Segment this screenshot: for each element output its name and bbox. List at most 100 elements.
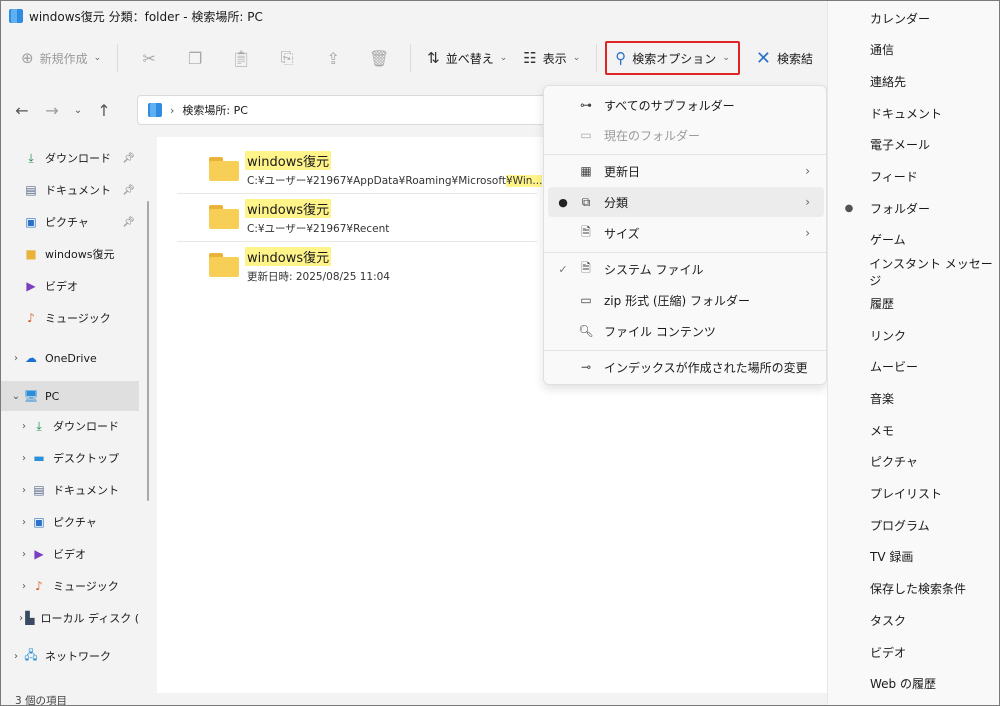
submenu-item[interactable]: メモ (828, 415, 999, 445)
submenu-item[interactable]: ゲーム (828, 225, 999, 255)
menu-item-file-contents[interactable]: 🔍︎ ファイル コンテンツ (548, 316, 824, 346)
folder-icon (209, 157, 239, 181)
submenu-item[interactable]: 履歴 (828, 288, 999, 318)
sidebar-item-windows-restore[interactable]: ■ windows復元 (1, 239, 139, 269)
menu-item-kind[interactable]: ● ⧉ 分類 › (548, 187, 824, 217)
sidebar-item-downloads[interactable]: ⤓ ダウンロード 📌︎ (1, 143, 139, 173)
back-arrow-icon[interactable]: ← (7, 101, 37, 120)
menu-item-label: インデックスが作成された場所の変更 (604, 360, 808, 375)
expand-chevron-icon[interactable]: › (17, 485, 31, 496)
menu-item-all-subfolders[interactable]: ⊶ すべてのサブフォルダー (548, 90, 824, 120)
sidebar-item-pictures[interactable]: ▣ ピクチャ 📌︎ (1, 207, 139, 237)
sidebar-item-label: ミュージック (53, 580, 119, 593)
submenu-item[interactable]: ビデオ (828, 637, 999, 667)
submenu-item[interactable]: リンク (828, 320, 999, 350)
expand-chevron-icon[interactable]: › (17, 581, 31, 592)
menu-item-current-folder[interactable]: ▭ 現在のフォルダー (548, 120, 824, 150)
close-search-button[interactable]: ✕ 検索結 (748, 41, 821, 75)
submenu-item[interactable]: ピクチャ (828, 447, 999, 477)
sidebar-item-label: ドキュメント (45, 184, 111, 197)
share-button[interactable]: ⇪ (310, 41, 356, 75)
expand-chevron-icon[interactable]: › (17, 421, 31, 432)
trash-icon: 🗑︎ (368, 48, 390, 68)
submenu-item[interactable]: タスク (828, 605, 999, 635)
submenu-item[interactable]: フィード (828, 162, 999, 192)
sidebar-item-videos[interactable]: ▶ ビデオ (1, 271, 139, 301)
submenu-item[interactable]: ドキュメント (828, 98, 999, 128)
expand-chevron-icon[interactable]: › (17, 517, 31, 528)
list-item[interactable]: windows復元 C:¥ユーザー¥21967¥Recent (177, 195, 537, 241)
menu-item-date-modified[interactable]: ▦ 更新日 › (548, 156, 824, 186)
pin-icon: 📌︎ (122, 216, 135, 228)
forward-arrow-icon[interactable]: → (37, 101, 67, 120)
new-button[interactable]: ⊕ 新規作成 ⌄ (13, 41, 109, 75)
collapse-chevron-icon[interactable]: ⌄ (9, 391, 23, 402)
sidebar-item-label: ピクチャ (53, 516, 97, 529)
submenu-item[interactable]: TV 録画 (828, 542, 999, 572)
delete-button[interactable]: 🗑︎ (356, 41, 402, 75)
submenu-item[interactable]: プログラム (828, 510, 999, 540)
submenu-item[interactable]: カレンダー (828, 3, 999, 33)
chevron-right-icon: › (805, 226, 810, 240)
sidebar-item-pc-documents[interactable]: › ▤ ドキュメント (1, 475, 139, 505)
menu-item-label: 分類 (604, 195, 629, 210)
submenu-item[interactable]: 連絡先 (828, 66, 999, 96)
share-icon: ⇪ (326, 48, 340, 68)
sidebar-item-onedrive[interactable]: › ☁ OneDrive (1, 343, 139, 373)
bullet-icon: ● (558, 195, 568, 209)
pin-icon: 📌︎ (122, 152, 135, 164)
sidebar-item-pc-downloads[interactable]: › ⤓ ダウンロード (1, 411, 139, 441)
address-bar[interactable]: › 検索場所: PC (137, 95, 547, 125)
menu-item-change-indexed[interactable]: ⊸ インデックスが作成された場所の変更 (548, 352, 824, 382)
menu-item-system-files[interactable]: ✓ 🗎 システム ファイル (548, 254, 824, 284)
menu-item-zip-folders[interactable]: ▭ zip 形式 (圧縮) フォルダー (548, 285, 824, 315)
video-icon: ▶ (34, 547, 44, 561)
submenu-item[interactable]: 通信 (828, 35, 999, 65)
sidebar-item-pc-local-disk[interactable]: › ▙ ローカル ディスク ( (1, 603, 139, 633)
sidebar-item-network[interactable]: › 🖧 ネットワーク (1, 641, 139, 671)
picture-icon: ▣ (25, 215, 37, 229)
sidebar-item-pc-videos[interactable]: › ▶ ビデオ (1, 539, 139, 569)
sidebar-item-pc[interactable]: ⌄ 🖥︎ PC (1, 381, 139, 411)
submenu-item[interactable]: Web の履歴 (828, 669, 999, 699)
list-item[interactable]: windows復元 C:¥ユーザー¥21967¥AppData¥Roaming¥… (177, 147, 543, 193)
network-icon: 🖧 (24, 647, 38, 662)
sidebar-item-documents[interactable]: ▤ ドキュメント 📌︎ (1, 175, 139, 205)
menu-item-label: ファイル コンテンツ (604, 324, 716, 339)
search-options-button[interactable]: ⚲ 検索オプション ⌄ (605, 41, 740, 75)
music-icon: ♪ (27, 311, 35, 325)
view-button[interactable]: ☷ 表示 ⌄ (515, 41, 588, 75)
submenu-item[interactable]: ムービー (828, 352, 999, 382)
paste-button[interactable]: 📋︎ (218, 41, 264, 75)
video-icon: ▶ (26, 279, 36, 293)
cut-button[interactable]: ✂ (126, 41, 172, 75)
sort-button[interactable]: ⇅ 並べ替え ⌄ (419, 41, 515, 75)
rename-button[interactable]: ⎘ (264, 41, 310, 75)
expand-chevron-icon[interactable]: › (9, 353, 23, 364)
subfolder-tree-icon: ⊶ (580, 98, 592, 112)
list-item[interactable]: windows復元 更新日時: 2025/08/25 11:04 (177, 243, 537, 289)
submenu-item[interactable]: ● フォルダー (828, 193, 999, 223)
submenu-item[interactable]: プレイリスト (828, 479, 999, 509)
expand-chevron-icon[interactable]: › (17, 549, 31, 560)
submenu-item-label: ピクチャ (870, 455, 918, 470)
breadcrumb-chevron-icon: › (170, 103, 175, 117)
submenu-item[interactable]: 保存した検索条件 (828, 574, 999, 604)
submenu-item[interactable]: 音楽 (828, 383, 999, 413)
rename-icon: ⎘ (280, 48, 294, 67)
sidebar-scrollbar[interactable] (147, 201, 149, 501)
copy-button[interactable]: ❐ (172, 41, 218, 75)
sidebar-item-pc-pictures[interactable]: › ▣ ピクチャ (1, 507, 139, 537)
sidebar-item-pc-desktop[interactable]: › ▬ デスクトップ (1, 443, 139, 473)
up-arrow-icon[interactable]: ↑ (89, 101, 119, 120)
window-folder-icon (9, 9, 23, 23)
submenu-item[interactable]: インスタント メッセージ (828, 257, 999, 288)
sidebar-item-pc-music[interactable]: › ♪ ミュージック (1, 571, 139, 601)
expand-chevron-icon[interactable]: › (17, 453, 31, 464)
recent-chevron-icon[interactable]: ⌄ (67, 105, 89, 116)
submenu-item[interactable]: 電子メール (828, 130, 999, 160)
sidebar-item-music[interactable]: ♪ ミュージック (1, 303, 139, 333)
expand-chevron-icon[interactable]: › (9, 651, 23, 662)
expand-chevron-icon[interactable]: › (17, 613, 25, 624)
menu-item-size[interactable]: 🗎 サイズ › (548, 218, 824, 248)
